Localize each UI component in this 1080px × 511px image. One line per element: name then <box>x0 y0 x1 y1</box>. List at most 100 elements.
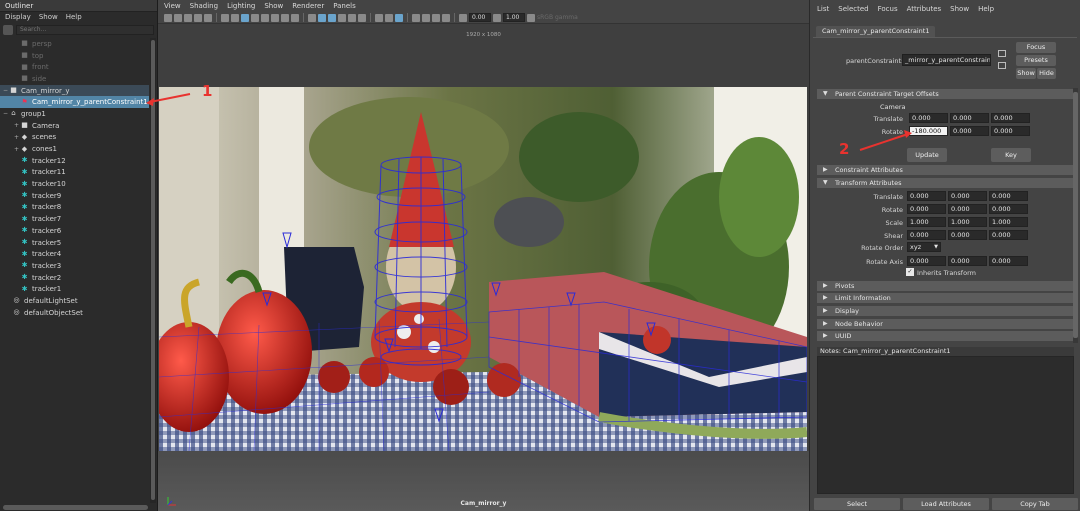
attribute-editor-scrollbar[interactable] <box>1073 88 1078 343</box>
backface-icon[interactable] <box>442 13 450 22</box>
tree-item-tracker6[interactable]: ✱ tracker6 <box>0 225 149 237</box>
hide-button[interactable]: Hide <box>1037 68 1056 79</box>
grid-icon[interactable] <box>231 13 239 22</box>
menu-display[interactable]: Display <box>5 13 31 22</box>
menu-shading[interactable]: Shading <box>190 2 218 10</box>
section-display[interactable]: Display <box>817 306 1074 316</box>
wireframe-icon[interactable] <box>308 13 316 22</box>
output-connections-icon[interactable] <box>998 62 1006 69</box>
tree-item-tracker7[interactable]: ✱ tracker7 <box>0 213 149 225</box>
translate-y-field[interactable]: 0.000 <box>948 191 987 201</box>
tree-item-scenes[interactable]: + ◆ scenes <box>0 132 149 144</box>
shear-z-field[interactable]: 0.000 <box>989 230 1028 240</box>
tree-item-tracker11[interactable]: ✱ tracker11 <box>0 167 149 179</box>
offset-rotate-x-field[interactable]: -180.000 <box>909 126 948 136</box>
rotate-axis-z-field[interactable]: 0.000 <box>989 256 1028 266</box>
shadows-icon[interactable] <box>358 13 366 22</box>
tree-item-parent-constraint[interactable]: ⚑ Cam_mirror_y_parentConstraint1 <box>0 96 149 109</box>
tree-item-tracker1[interactable]: ✱ tracker1 <box>0 283 149 295</box>
exposure-field[interactable]: 0.00 <box>469 13 491 22</box>
load-attributes-button[interactable]: Load Attributes <box>903 498 989 510</box>
viewport-panel[interactable]: View Shading Lighting Show Renderer Pane… <box>158 0 809 511</box>
2d-pan-icon[interactable] <box>204 13 212 22</box>
gamma-field[interactable]: 1.00 <box>503 13 525 22</box>
tree-item-tracker5[interactable]: ✱ tracker5 <box>0 237 149 249</box>
menu-help[interactable]: Help <box>66 13 82 22</box>
offset-translate-z-field[interactable]: 0.000 <box>991 113 1030 123</box>
menu-renderer[interactable]: Renderer <box>292 2 324 10</box>
image-plane-icon[interactable] <box>194 13 202 22</box>
menu-show[interactable]: Show <box>39 13 58 22</box>
menu-show[interactable]: Show <box>264 2 283 10</box>
rotate-order-select[interactable]: xyz ▼ <box>907 242 941 252</box>
tab-parent-constraint[interactable]: Cam_mirror_y_parentConstraint1 <box>816 26 936 37</box>
tree-item-tracker9[interactable]: ✱ tracker9 <box>0 190 149 202</box>
menu-lighting[interactable]: Lighting <box>227 2 255 10</box>
tree-item-group1[interactable]: − ⌂ group1 <box>0 108 149 120</box>
menu-view[interactable]: View <box>164 2 181 10</box>
gamma-icon[interactable] <box>493 13 501 22</box>
rotate-y-field[interactable]: 0.000 <box>948 204 987 214</box>
tree-item-cam-mirror-y[interactable]: − ■ Cam_mirror_y <box>0 84 149 97</box>
focus-button[interactable]: Focus <box>1016 42 1056 53</box>
textured-icon[interactable] <box>338 13 346 22</box>
menu-help[interactable]: Help <box>978 5 994 13</box>
show-button[interactable]: Show <box>1016 68 1036 79</box>
filter-icon[interactable] <box>3 24 13 35</box>
translate-x-field[interactable]: 0.000 <box>907 191 946 201</box>
safe-title-icon[interactable] <box>291 13 299 22</box>
key-button[interactable]: Key <box>991 148 1031 162</box>
section-node-behavior[interactable]: Node Behavior <box>817 319 1074 329</box>
scale-z-field[interactable]: 1.000 <box>989 217 1028 227</box>
select-camera-icon[interactable] <box>164 13 172 22</box>
section-limit-information[interactable]: Limit Information <box>817 293 1074 303</box>
film-gate-icon[interactable] <box>241 13 249 22</box>
tree-item-tracker12[interactable]: ✱ tracker12 <box>0 155 149 167</box>
tree-item-tracker8[interactable]: ✱ tracker8 <box>0 202 149 214</box>
safe-action-icon[interactable] <box>281 13 289 22</box>
menu-show[interactable]: Show <box>950 5 969 13</box>
menu-list[interactable]: List <box>817 5 829 13</box>
translate-z-field[interactable]: 0.000 <box>989 191 1028 201</box>
presets-button[interactable]: Presets <box>1016 55 1056 66</box>
node-name-field[interactable]: _mirror_y_parentConstraint1 <box>902 54 991 66</box>
tree-item-tracker4[interactable]: ✱ tracker4 <box>0 248 149 260</box>
select-button[interactable]: Select <box>814 498 900 510</box>
gate-mask-icon[interactable] <box>261 13 269 22</box>
anti-aliasing-icon[interactable] <box>395 13 403 22</box>
section-transform-attributes[interactable]: Transform Attributes <box>817 178 1074 188</box>
tree-item-side[interactable]: ■ side <box>0 73 149 85</box>
tree-item-top[interactable]: ■ top <box>0 50 149 62</box>
copy-tab-button[interactable]: Copy Tab <box>992 498 1078 510</box>
x-ray-icon[interactable] <box>422 13 430 22</box>
grease-pencil-icon[interactable] <box>221 13 229 22</box>
tree-item-tracker3[interactable]: ✱ tracker3 <box>0 260 149 272</box>
rotate-x-field[interactable]: 0.000 <box>907 204 946 214</box>
field-chart-icon[interactable] <box>271 13 279 22</box>
outliner-horizontal-scrollbar[interactable] <box>3 505 148 510</box>
tree-item-tracker10[interactable]: ✱ tracker10 <box>0 178 149 190</box>
offset-rotate-z-field[interactable]: 0.000 <box>991 126 1030 136</box>
section-pivots[interactable]: Pivots <box>817 281 1074 291</box>
shear-x-field[interactable]: 0.000 <box>907 230 946 240</box>
offset-translate-x-field[interactable]: 0.000 <box>909 113 948 123</box>
tree-item-default-object-set[interactable]: ◎ defaultObjectSet <box>0 307 149 319</box>
rotate-axis-x-field[interactable]: 0.000 <box>907 256 946 266</box>
tree-item-front[interactable]: ■ front <box>0 61 149 73</box>
outliner-search-input[interactable] <box>16 24 154 35</box>
camera-attributes-icon[interactable] <box>174 13 182 22</box>
menu-focus[interactable]: Focus <box>878 5 898 13</box>
section-constraint-attributes[interactable]: Constraint Attributes <box>817 165 1074 175</box>
input-connections-icon[interactable] <box>998 50 1006 57</box>
smooth-shade-icon[interactable] <box>318 13 326 22</box>
scale-y-field[interactable]: 1.000 <box>948 217 987 227</box>
wireframe-on-shaded-icon[interactable] <box>328 13 336 22</box>
menu-attributes[interactable]: Attributes <box>907 5 942 13</box>
notes-textarea[interactable] <box>817 356 1074 494</box>
offset-translate-y-field[interactable]: 0.000 <box>950 113 989 123</box>
exposure-icon[interactable] <box>459 13 467 22</box>
scale-x-field[interactable]: 1.000 <box>907 217 946 227</box>
resolution-gate-icon[interactable] <box>251 13 259 22</box>
isolate-select-icon[interactable] <box>412 13 420 22</box>
tree-item-default-light-set[interactable]: ◎ defaultLightSet <box>0 295 149 307</box>
